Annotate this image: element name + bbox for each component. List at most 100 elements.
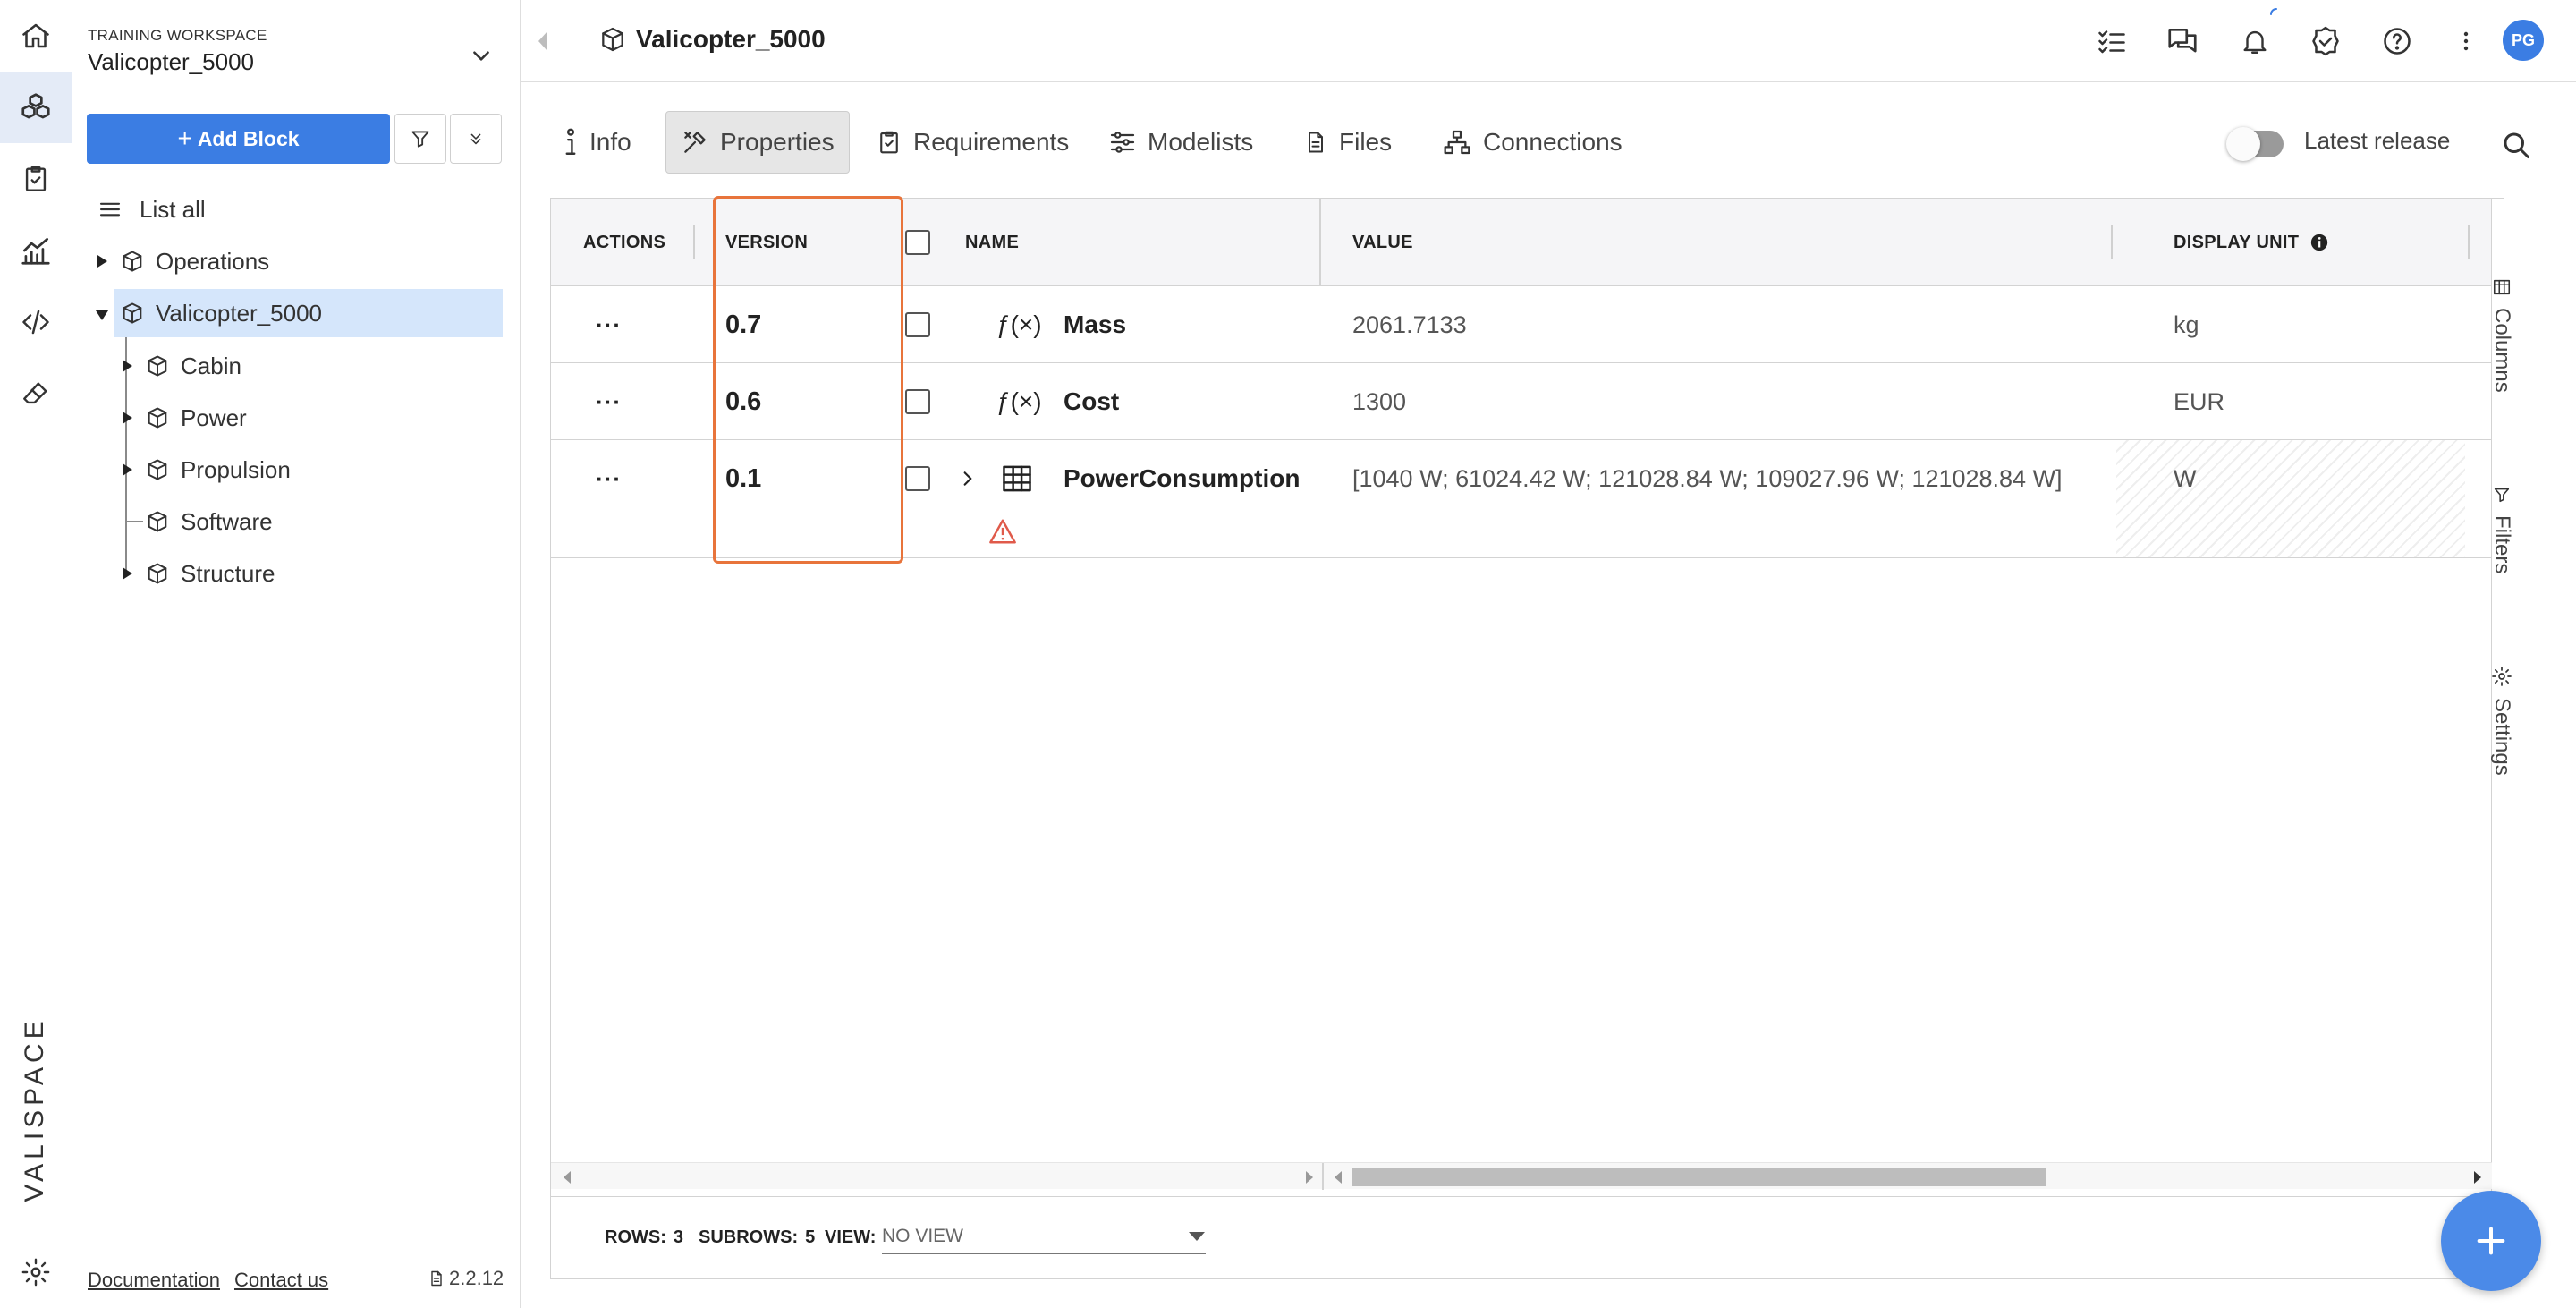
row-checkbox[interactable] <box>905 466 930 491</box>
search-icon[interactable] <box>2496 125 2536 165</box>
column-separator[interactable] <box>2111 225 2113 259</box>
collapse-sidebar-button[interactable] <box>521 0 564 82</box>
latest-release-toggle[interactable] <box>2226 127 2284 161</box>
value-cell[interactable]: [1040 W; 61024.42 W; 121028.84 W; 109027… <box>1352 440 2063 517</box>
cube-icon <box>145 353 170 378</box>
expand-arrow-icon[interactable] <box>116 566 138 581</box>
filter-icon <box>411 131 429 148</box>
column-header-value[interactable]: VALUE <box>1352 199 1413 286</box>
chevron-down-icon[interactable] <box>465 39 497 72</box>
tab-files[interactable]: Files <box>1289 111 1406 174</box>
column-separator[interactable] <box>2468 225 2470 259</box>
documentation-link[interactable]: Documentation <box>88 1269 220 1292</box>
unit-cell[interactable]: W <box>2174 440 2196 517</box>
row-checkbox[interactable] <box>905 312 930 337</box>
expand-arrow-icon[interactable] <box>116 463 138 477</box>
warning-icon[interactable] <box>987 515 1018 548</box>
tree-item-valicopter[interactable]: Valicopter_5000 <box>114 289 503 337</box>
column-header-display-unit[interactable]: DISPLAY UNIT <box>2174 199 2329 286</box>
value-cell[interactable]: 2061.7133 <box>1352 286 1467 363</box>
list-all-item[interactable]: List all <box>97 193 206 225</box>
requirements-icon[interactable] <box>0 143 72 215</box>
checklist-icon[interactable] <box>2094 23 2130 59</box>
expand-arrow-icon[interactable] <box>91 254 113 268</box>
tree-item-structure[interactable]: Structure <box>116 549 503 598</box>
tab-connections[interactable]: Connections <box>1428 111 1637 174</box>
verified-badge-icon[interactable] <box>2308 23 2343 59</box>
filter-button[interactable] <box>394 114 446 164</box>
collapse-arrow-icon[interactable] <box>91 291 113 339</box>
plus-icon: + <box>177 124 192 152</box>
cube-icon <box>145 457 170 482</box>
tab-requirements[interactable]: Requirements <box>861 111 1083 174</box>
clipboard-check-icon <box>880 131 898 154</box>
view-select[interactable]: NO VIEW <box>882 1220 1206 1254</box>
scrollbar-thumb[interactable] <box>1352 1168 2046 1186</box>
blocks-icon[interactable] <box>0 72 72 143</box>
help-icon[interactable] <box>2379 23 2415 59</box>
unit-cell[interactable]: EUR <box>2174 363 2224 440</box>
side-tab-columns[interactable]: Columns <box>2480 277 2523 393</box>
scroll-divider <box>1322 1163 1324 1190</box>
unit-cell[interactable]: kg <box>2174 286 2199 363</box>
select-all-checkbox[interactable] <box>905 230 930 255</box>
notification-bell-icon[interactable] <box>2237 23 2273 59</box>
more-vertical-icon[interactable] <box>2448 23 2484 59</box>
expand-arrow-icon[interactable] <box>116 359 138 373</box>
tab-modelists[interactable]: Modelists <box>1094 111 1267 174</box>
tree-item-label: Cabin <box>181 352 242 379</box>
add-fab-button[interactable] <box>2441 1191 2541 1291</box>
side-tab-filters[interactable]: Filters <box>2480 485 2523 573</box>
scroll-right-icon[interactable] <box>2472 1170 2483 1185</box>
column-header-version[interactable]: VERSION <box>725 199 808 286</box>
expand-arrow-icon[interactable] <box>116 411 138 425</box>
svg-text:VALISPACE: VALISPACE <box>20 1016 49 1202</box>
info-icon <box>565 128 576 155</box>
loading-spinner-icon <box>2270 8 2277 15</box>
row-actions-menu[interactable]: ··· <box>596 440 622 517</box>
tree-item-propulsion[interactable]: Propulsion <box>116 446 503 494</box>
grid-footer: ROWS: 3 SUBROWS: 5 VIEW: NO VIEW <box>551 1196 2492 1278</box>
expand-row-chevron-icon[interactable] <box>959 440 977 517</box>
home-icon[interactable] <box>0 0 72 72</box>
tree-item-cabin[interactable]: Cabin <box>116 342 503 390</box>
row-checkbox[interactable] <box>905 389 930 414</box>
subrows-count: SUBROWS: 5 <box>699 1227 816 1247</box>
tree-item-label: Power <box>181 403 247 431</box>
tree-item-operations[interactable]: Operations <box>91 237 503 285</box>
version-cell: 0.6 <box>725 386 762 416</box>
info-circle-icon[interactable] <box>2309 233 2329 252</box>
expand-all-button[interactable] <box>450 114 502 164</box>
row-actions-menu[interactable]: ··· <box>596 363 622 440</box>
settings-icon[interactable] <box>0 1236 72 1308</box>
contact-link[interactable]: Contact us <box>234 1269 328 1292</box>
side-tab-settings[interactable]: Settings <box>2480 666 2523 776</box>
name-cell[interactable]: PowerConsumption <box>1063 440 1300 517</box>
scroll-left-icon[interactable] <box>562 1170 572 1185</box>
chat-icon[interactable] <box>2165 23 2200 59</box>
scroll-right-icon[interactable] <box>1304 1170 1315 1185</box>
column-header-actions[interactable]: ACTIONS <box>583 199 665 286</box>
column-separator[interactable] <box>693 225 695 259</box>
version-cell: 0.1 <box>725 463 762 493</box>
eraser-icon[interactable] <box>0 358 72 429</box>
tree-item-software[interactable]: Software <box>116 497 503 546</box>
column-header-name[interactable]: NAME <box>965 199 1019 286</box>
columns-icon <box>2493 279 2511 295</box>
name-cell[interactable]: Mass <box>1063 286 1126 363</box>
name-cell[interactable]: Cost <box>1063 363 1119 440</box>
row-actions-menu[interactable]: ··· <box>596 286 622 363</box>
code-icon[interactable] <box>0 286 72 358</box>
tab-info[interactable]: Info <box>548 111 646 174</box>
tree-item-power[interactable]: Power <box>116 394 503 442</box>
tab-properties[interactable]: Properties <box>665 111 850 174</box>
scroll-left-icon[interactable] <box>1333 1170 1343 1185</box>
analytics-icon[interactable] <box>0 215 72 286</box>
user-avatar[interactable]: PG <box>2503 20 2544 61</box>
main-area: Valicopter_5000 PG Info Properties Requi… <box>521 0 2576 1308</box>
horizontal-scrollbar[interactable] <box>551 1162 2492 1190</box>
sliders-icon <box>1110 132 1135 153</box>
add-block-button[interactable]: + Add Block <box>87 114 390 164</box>
tree-item-label: Structure <box>181 559 275 587</box>
value-cell[interactable]: 1300 <box>1352 363 1406 440</box>
